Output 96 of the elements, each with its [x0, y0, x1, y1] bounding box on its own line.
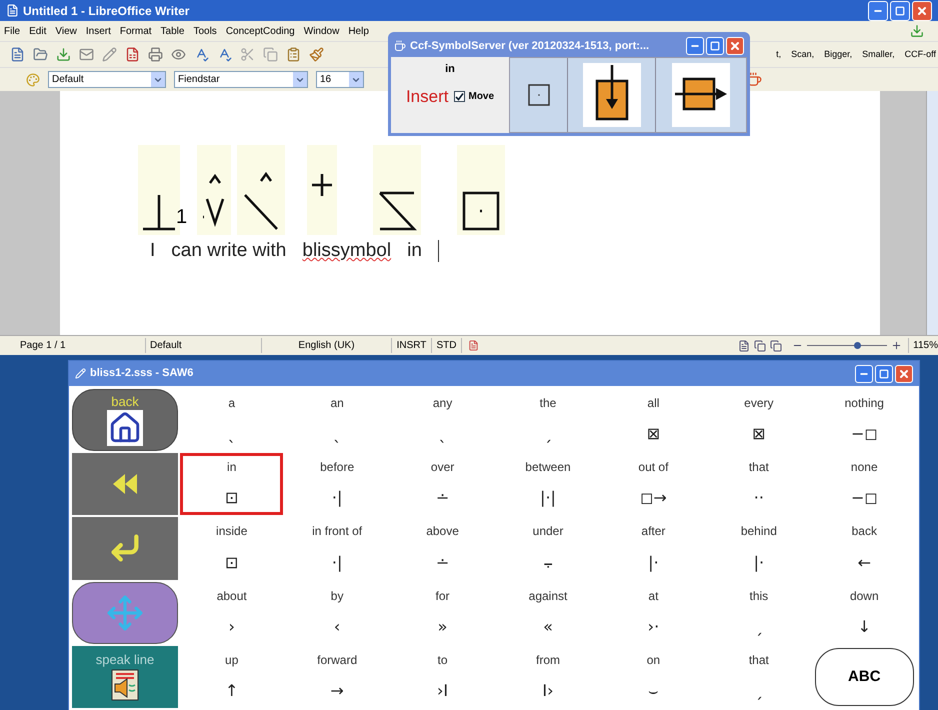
zoom-in-icon[interactable]	[891, 340, 902, 351]
menu-item[interactable]: Help	[348, 24, 369, 38]
zoom-level: 115%	[908, 338, 938, 353]
maximize-button[interactable]	[890, 0, 910, 20]
toolbar-command[interactable]: Smaller,	[862, 48, 895, 62]
minimize-button[interactable]	[686, 37, 704, 55]
rewind-button[interactable]	[72, 453, 178, 516]
abc-button[interactable]: ABC	[814, 648, 914, 706]
update-icon[interactable]	[910, 24, 924, 38]
check-icon	[455, 92, 464, 101]
move-label: Move	[468, 90, 494, 104]
preview-icon[interactable]	[171, 47, 186, 62]
font-dropdown[interactable]: Fiendstar	[174, 71, 308, 88]
zoom-slider[interactable]	[807, 341, 888, 350]
saw-title: bliss1-2.sss - SAW6	[90, 366, 194, 382]
menu-item[interactable]: View	[55, 24, 77, 38]
maximize-button[interactable]	[706, 37, 724, 55]
minimize-button[interactable]	[868, 0, 888, 20]
insert-mode: INSRT	[392, 338, 432, 353]
save-icon[interactable]	[56, 47, 71, 62]
insert-action: Insert	[406, 86, 448, 108]
menu-item[interactable]: Tools	[193, 24, 217, 38]
plugin-icon[interactable]	[747, 72, 762, 87]
popup-title: Ccf-SymbolServer (ver 20120324-1513, port:...	[410, 38, 650, 54]
menu-item[interactable]: Window	[304, 24, 340, 38]
pen-icon	[75, 368, 86, 379]
move-checkbox[interactable]	[454, 90, 466, 102]
maximize-icon	[895, 6, 905, 16]
java-icon	[394, 40, 406, 52]
move-button[interactable]	[72, 582, 178, 644]
toolbar-command[interactable]: t,	[776, 48, 782, 62]
menu-item[interactable]: Format	[120, 24, 152, 38]
text-cursor	[438, 240, 439, 262]
word-button[interactable]: in ⊡	[180, 453, 284, 516]
minimize-button[interactable]	[855, 364, 873, 382]
menu-item[interactable]: File	[4, 24, 20, 38]
symbol-option[interactable]	[568, 58, 656, 132]
close-icon	[898, 368, 910, 380]
toolbar-command[interactable]: Scan,	[791, 48, 814, 62]
home-button[interactable]: back	[72, 389, 178, 452]
folder-icon[interactable]	[33, 47, 48, 62]
toolbar-command[interactable]: Bigger,	[824, 48, 852, 62]
maximize-icon	[710, 41, 720, 51]
toolbar-command[interactable]: CCF-off	[904, 48, 936, 62]
layout-icon[interactable]	[738, 340, 750, 352]
close-icon	[729, 40, 741, 52]
printer-icon[interactable]	[148, 47, 163, 62]
menu-item[interactable]: Insert	[86, 24, 111, 38]
document-modified-icon	[468, 340, 479, 351]
spellcheck-icon[interactable]	[194, 47, 209, 62]
new-document-icon[interactable]	[10, 47, 25, 62]
symbol-option[interactable]	[656, 58, 746, 132]
maximize-icon	[879, 368, 889, 378]
document-text: in	[407, 239, 422, 263]
zoom-thumb[interactable]	[854, 342, 861, 349]
window-title: Untitled 1 - LibreOffice Writer	[23, 2, 190, 20]
close-icon	[916, 4, 928, 16]
close-button[interactable]	[895, 364, 913, 382]
layout-icon[interactable]	[754, 340, 766, 352]
page-indicator: Page 1 / 1	[0, 338, 146, 353]
close-button[interactable]	[912, 0, 932, 20]
edit-icon[interactable]	[102, 47, 117, 62]
document-text: blissymbol	[302, 239, 392, 263]
pdf-icon[interactable]	[125, 47, 140, 62]
house-icon	[108, 410, 142, 445]
enter-button[interactable]	[72, 517, 178, 580]
close-button[interactable]	[726, 37, 744, 55]
maximize-button[interactable]	[875, 364, 893, 382]
language: English (UK)	[262, 338, 392, 353]
spellcheck-icon[interactable]	[217, 47, 232, 62]
paste-icon[interactable]	[286, 47, 301, 62]
size-dropdown[interactable]: 16	[316, 71, 364, 88]
blissymbol-icon	[311, 173, 334, 197]
in-symbol-icon	[526, 83, 550, 107]
subscript-number: 1	[176, 207, 188, 230]
page-style: Default	[146, 338, 262, 353]
move-through-symbol-icon	[672, 63, 730, 127]
mail-icon[interactable]	[79, 47, 94, 62]
brush-icon[interactable]	[309, 47, 324, 62]
styles-icon[interactable]	[26, 72, 40, 86]
rewind-icon	[111, 472, 139, 496]
style-dropdown[interactable]: Default	[48, 71, 166, 88]
current-word: in	[445, 62, 455, 77]
move-icon	[106, 594, 144, 632]
layout-icon[interactable]	[770, 340, 782, 352]
insert-into-symbol-icon	[582, 63, 640, 127]
vertical-scrollbar[interactable]	[926, 91, 938, 335]
blissymbol-icon	[142, 194, 176, 231]
selection-mode: STD	[432, 338, 462, 353]
document-icon	[6, 4, 19, 17]
document-text: can write with	[171, 239, 286, 263]
menu-item[interactable]: Edit	[29, 24, 46, 38]
menu-item[interactable]: Table	[160, 24, 184, 38]
document-text: I	[150, 239, 156, 263]
menu-item[interactable]: ConceptCoding	[226, 24, 295, 38]
speaker-document-icon	[110, 668, 140, 701]
